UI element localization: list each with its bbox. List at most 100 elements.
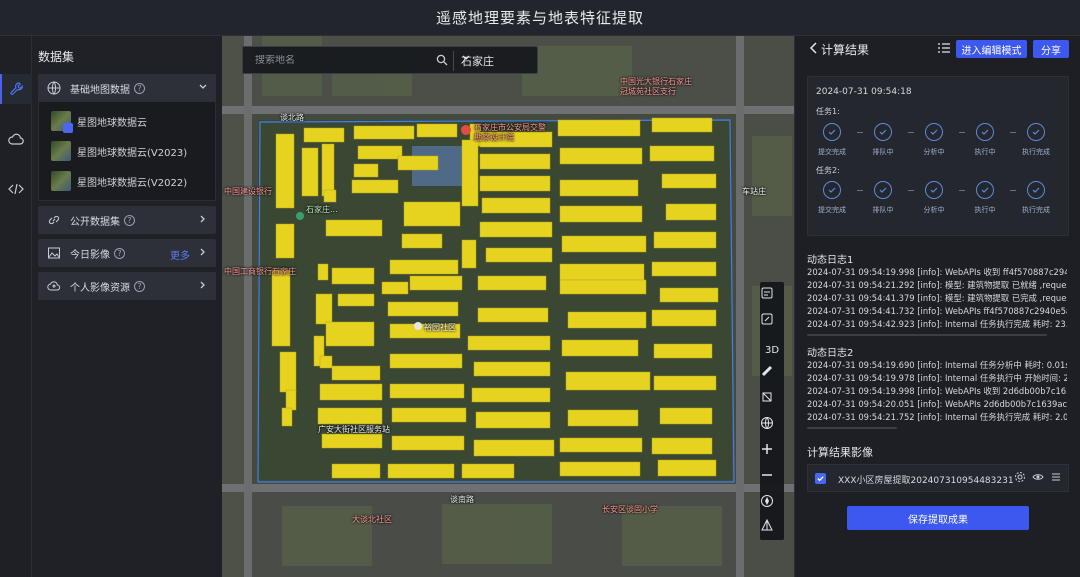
map-label: 长安区谈固小学 <box>602 505 658 514</box>
globe-icon[interactable] <box>760 416 784 440</box>
satellite-imagery <box>222 36 794 577</box>
map-label: 谈北路 <box>280 113 304 122</box>
log2-scrollbar[interactable] <box>807 427 897 429</box>
panel-title: 数据集 <box>38 50 75 64</box>
log-line: 2024-07-31 09:54:42.923 [info]: Internal… <box>807 319 1067 329</box>
link-icon <box>46 212 62 228</box>
map-view[interactable]: 石家庄 中国光大银行石家庄 冠城苑社区支行 谈北路 石家庄市公安局交警 勘察设计… <box>222 36 794 577</box>
dataset-thumbnail <box>51 111 73 133</box>
task2-step: 执行完成 <box>1016 181 1056 215</box>
log-line: 2024-07-31 09:54:21.752 [info]: Internal… <box>807 412 1067 422</box>
code-icon[interactable] <box>0 174 32 204</box>
group-public-datasets[interactable]: 公开数据集 ? <box>38 206 216 234</box>
check-icon <box>925 123 943 141</box>
task1-step: 排队中 <box>863 123 903 157</box>
settings-icon[interactable] <box>1014 471 1026 483</box>
check-icon <box>976 181 994 199</box>
group-label: 公开数据集 <box>70 216 120 228</box>
step-label: 排队中 <box>872 148 894 156</box>
chevron-right-icon[interactable] <box>198 214 208 224</box>
edit-layer-icon[interactable] <box>760 312 784 336</box>
more-link[interactable]: 更多 <box>170 247 190 262</box>
map-label: 冠城苑社区支行 <box>620 87 676 96</box>
result-image-item[interactable]: XXX小区房屋提取202407310954483231 <box>807 464 1069 492</box>
step-label: 排队中 <box>872 206 894 214</box>
map-label: 中国工商银行石家庄 <box>224 267 296 276</box>
map-label: 勘察设计院 <box>474 133 514 142</box>
group-today-imagery[interactable]: 今日影像 ? 更多 <box>38 239 216 267</box>
city-selector[interactable]: 石家庄 <box>461 53 494 69</box>
help-icon[interactable]: ? <box>124 214 135 226</box>
check-icon <box>874 181 892 199</box>
enter-edit-mode-button[interactable]: 进入编辑模式 <box>956 40 1027 58</box>
save-results-button[interactable]: 保存提取成果 <box>847 506 1029 530</box>
chevron-right-icon[interactable] <box>198 247 208 257</box>
task1-step: 执行完成 <box>1016 123 1056 157</box>
search-divider <box>453 51 454 71</box>
group-personal-imagery[interactable]: 个人影像资源 ? <box>38 272 216 300</box>
top-bar: 遥感地理要素与地表特征提取 <box>0 0 1080 36</box>
task-timestamp: 2024-07-31 09:54:18 <box>816 87 912 97</box>
map-label: 广安大街社区服务站 <box>318 425 390 434</box>
log-line: 2024-07-31 09:54:20.051 [info]: WebAPIs … <box>807 399 1067 409</box>
check-icon <box>1027 181 1045 199</box>
checkbox-checked-icon[interactable] <box>815 473 826 484</box>
zoom-in-icon[interactable] <box>760 442 784 466</box>
log1-scrollbar[interactable] <box>807 334 1047 336</box>
step-label: 提交完成 <box>818 206 846 214</box>
log2-box[interactable]: 2024-07-31 09:54:19.690 [info]: Internal… <box>807 359 1067 425</box>
check-icon <box>823 123 841 141</box>
globe-icon <box>46 80 62 96</box>
list-item[interactable]: 星图地球数据云(V2022) <box>51 170 211 192</box>
group-label: 基础地图数据 <box>70 84 130 96</box>
result-image-name: XXX小区房屋提取202407310954483231 <box>838 476 1014 486</box>
task1-step: 提交完成 <box>812 123 852 157</box>
3d-toggle[interactable]: 3D <box>760 338 784 362</box>
zoom-out-icon[interactable] <box>760 468 784 492</box>
task2-step: 分析中 <box>914 181 954 215</box>
list-item[interactable]: 星图地球数据云(V2023) <box>51 140 211 162</box>
map-search-bar[interactable]: 石家庄 <box>242 46 538 74</box>
task1-step: 分析中 <box>914 123 954 157</box>
log1-box[interactable]: 2024-07-31 09:54:19.998 [info]: WebAPIs … <box>807 266 1067 332</box>
dataset-label: 星图地球数据云(V2022) <box>77 177 188 189</box>
map-label: 石家庄... <box>306 205 338 214</box>
chevron-down-icon[interactable] <box>198 82 208 92</box>
list-icon[interactable] <box>937 41 951 55</box>
back-arrow-icon[interactable] <box>809 41 819 55</box>
area-icon[interactable] <box>760 390 784 414</box>
compass-icon[interactable] <box>760 494 784 518</box>
share-button[interactable]: 分享 <box>1033 40 1069 58</box>
step-label: 执行中 <box>974 206 996 214</box>
eye-icon[interactable] <box>1032 471 1044 483</box>
step-label: 执行完成 <box>1022 206 1050 214</box>
map-label: 谈南路 <box>450 495 474 504</box>
result-image-title: 计算结果影像 <box>807 446 873 459</box>
list-item[interactable]: 星图地球数据云 <box>51 110 211 133</box>
search-input[interactable] <box>243 54 423 66</box>
log-line: 2024-07-31 09:54:19.998 [info]: WebAPIs … <box>807 267 1067 277</box>
cloud-icon[interactable] <box>0 124 32 154</box>
help-icon[interactable]: ? <box>134 82 145 94</box>
north-icon[interactable] <box>760 518 784 542</box>
step-label: 执行完成 <box>1022 148 1050 156</box>
search-icon[interactable] <box>436 54 448 66</box>
task1-step: 执行中 <box>965 123 1005 157</box>
log-line: 2024-07-31 09:54:41.732 [info]: WebAPIs … <box>807 306 1067 316</box>
help-icon[interactable]: ? <box>114 247 125 259</box>
layer-icon[interactable] <box>760 286 784 310</box>
results-panel: 计算结果 进入编辑模式 分享 2024-07-31 09:54:18 任务1: … <box>794 36 1080 577</box>
help-icon[interactable]: ? <box>134 280 145 292</box>
chevron-right-icon[interactable] <box>198 280 208 290</box>
log-line: 2024-07-31 09:54:41.379 [info]: 模型: 建筑物提… <box>807 293 1067 303</box>
ruler-icon[interactable] <box>760 364 784 388</box>
step-label: 提交完成 <box>818 148 846 156</box>
task2-step: 执行中 <box>965 181 1005 215</box>
task2-step: 排队中 <box>863 181 903 215</box>
wrench-icon[interactable] <box>0 74 32 104</box>
checkbox-checked-icon[interactable] <box>63 123 73 133</box>
group-base-map-data[interactable]: 基础地图数据 ? <box>38 74 216 102</box>
check-icon <box>823 181 841 199</box>
base-map-list: 星图地球数据云 星图地球数据云(V2023) 星图地球数据云(V2022) <box>38 101 216 201</box>
menu-icon[interactable] <box>1050 471 1062 483</box>
